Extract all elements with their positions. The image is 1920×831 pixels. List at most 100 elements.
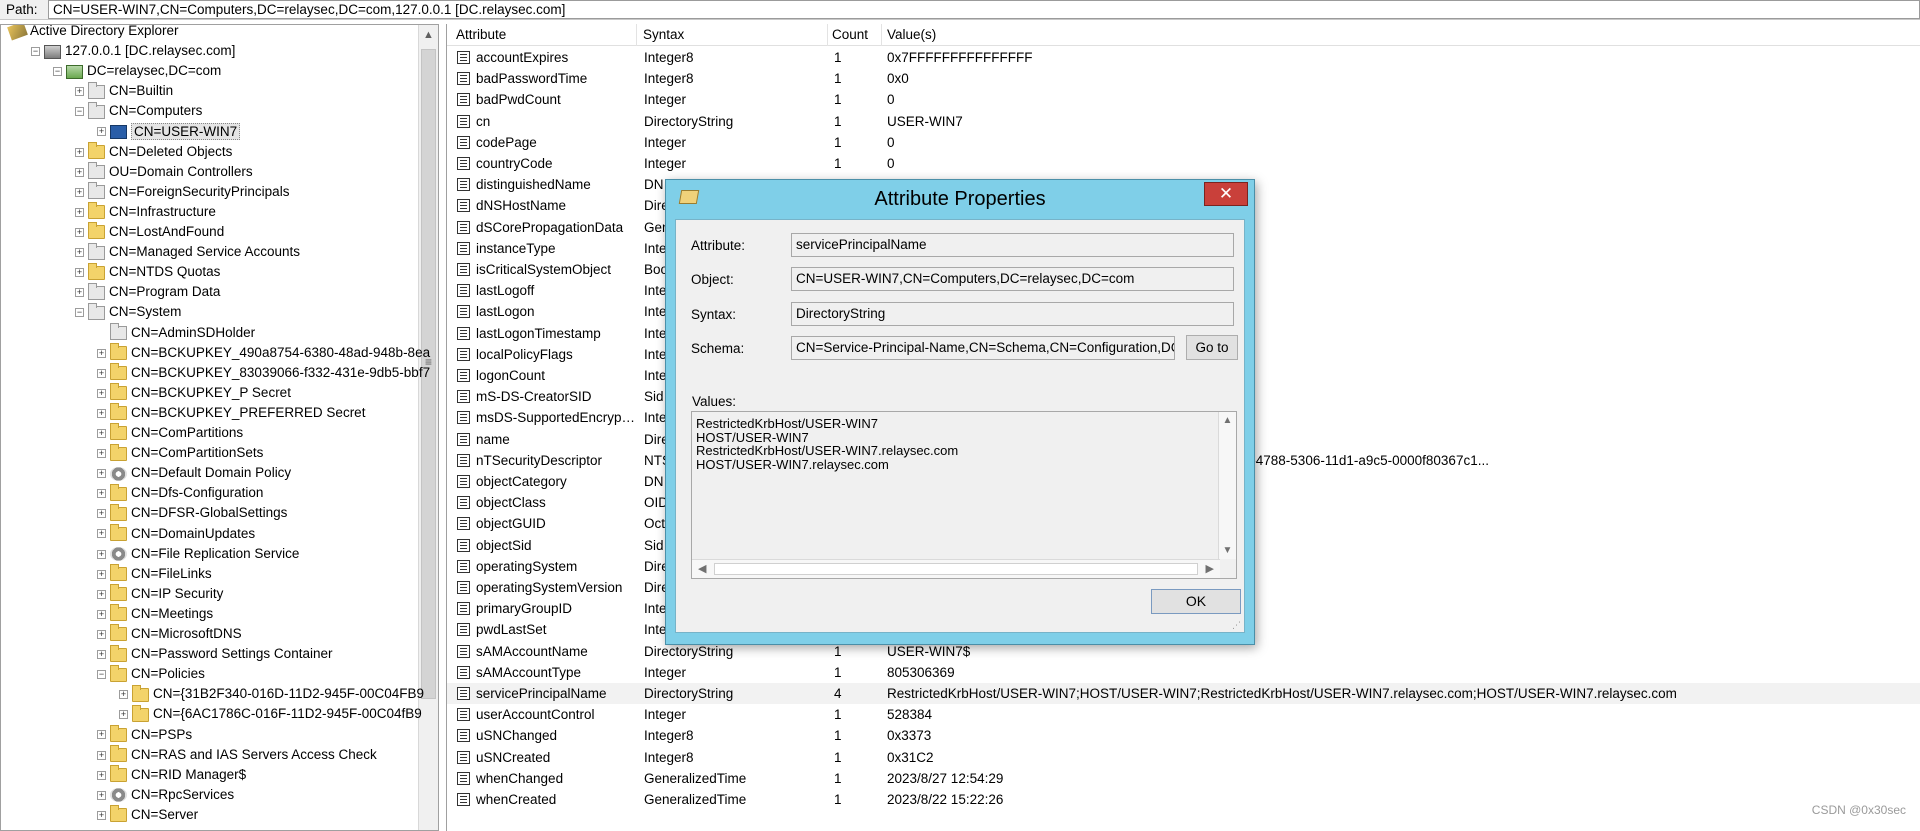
collapse-icon[interactable]: −: [97, 670, 106, 680]
tree-item[interactable]: + CN=USER-WIN7: [97, 122, 241, 142]
scroll-up-icon[interactable]: ▲: [419, 29, 438, 41]
tree-item[interactable]: + CN=RAS and IAS Servers Access Check: [97, 745, 377, 765]
header-attribute[interactable]: Attribute: [456, 27, 506, 42]
tree-item[interactable]: + CN=BCKUPKEY_83039066-f332-431e-9db5-bbf…: [97, 363, 430, 383]
goto-button[interactable]: Go to: [1186, 335, 1238, 360]
tree-item[interactable]: + CN=Program Data: [75, 282, 220, 302]
expand-icon[interactable]: +: [97, 428, 106, 438]
expand-icon[interactable]: +: [97, 449, 106, 459]
expand-icon[interactable]: +: [75, 147, 84, 157]
expand-icon[interactable]: +: [97, 650, 106, 660]
tree-item[interactable]: + CN=Meetings: [97, 604, 213, 624]
tree-item[interactable]: + CN=Managed Service Accounts: [75, 242, 300, 262]
expand-icon[interactable]: +: [97, 569, 106, 579]
expand-icon[interactable]: +: [97, 529, 106, 539]
attribute-row[interactable]: badPasswordTime Integer8 1 0x0: [447, 68, 1920, 89]
scroll-left-icon[interactable]: ◀: [698, 562, 706, 575]
expand-icon[interactable]: +: [75, 167, 84, 177]
expand-icon[interactable]: +: [97, 770, 106, 780]
close-button[interactable]: ✕: [1204, 182, 1248, 206]
attribute-row[interactable]: cn DirectoryString 1 USER-WIN7: [447, 111, 1920, 132]
expand-icon[interactable]: +: [97, 549, 106, 559]
tree-item[interactable]: − DC=relaysec,DC=com: [53, 61, 221, 81]
tree-item[interactable]: Active Directory Explorer: [7, 25, 179, 41]
expand-icon[interactable]: +: [75, 268, 84, 278]
tree-item[interactable]: + CN=ComPartitionSets: [97, 443, 263, 463]
expand-icon[interactable]: +: [97, 750, 106, 760]
schema-field[interactable]: CN=Service-Principal-Name,CN=Schema,CN=C…: [791, 336, 1175, 360]
tree-item[interactable]: + CN=FileLinks: [97, 564, 212, 584]
value-item[interactable]: HOST/USER-WIN7.relaysec.com: [696, 457, 889, 472]
expand-icon[interactable]: +: [97, 790, 106, 800]
tree-item[interactable]: CN=AdminSDHolder: [97, 322, 255, 343]
collapse-icon[interactable]: −: [53, 67, 62, 77]
tree-item[interactable]: + CN=Deleted Objects: [75, 142, 232, 162]
tree-item[interactable]: + CN=DFSR-GlobalSettings: [97, 503, 287, 523]
attribute-row[interactable]: servicePrincipalName DirectoryString 4 Rest…: [447, 683, 1920, 704]
expand-icon[interactable]: +: [97, 469, 106, 479]
tree-item[interactable]: + CN=PSPs: [97, 724, 192, 745]
attribute-row[interactable]: badPwdCount Integer 1 0: [447, 89, 1920, 110]
tree-item[interactable]: − CN=System: [75, 302, 181, 322]
tree-item[interactable]: − CN=Computers: [75, 101, 202, 121]
scroll-down-icon[interactable]: ▼: [1219, 545, 1236, 556]
ok-button[interactable]: OK: [1151, 589, 1241, 614]
collapse-icon[interactable]: −: [75, 107, 84, 117]
tree-item[interactable]: + CN=MicrosoftDNS: [97, 624, 242, 644]
expand-icon[interactable]: +: [97, 629, 106, 639]
expand-icon[interactable]: +: [97, 509, 106, 519]
dialog-titlebar[interactable]: Attribute Properties ✕: [666, 180, 1254, 218]
attribute-row[interactable]: whenChanged GeneralizedTime 1 2023/8/27 12:…: [447, 768, 1920, 789]
tree-item[interactable]: + CN=LostAndFound: [75, 222, 224, 242]
attribute-row[interactable]: userAccountControl Integer 1 528384: [447, 704, 1920, 725]
expand-icon[interactable]: +: [97, 730, 106, 740]
tree-item[interactable]: + CN=Builtin: [75, 81, 173, 101]
expand-icon[interactable]: +: [75, 207, 84, 217]
values-vscroll[interactable]: ▲ ▼: [1218, 412, 1236, 559]
tree-item[interactable]: + CN=Dfs-Configuration: [97, 483, 263, 503]
attribute-row[interactable]: accountExpires Integer8 1 0x7FFFFFFFFFFFFFF…: [447, 47, 1920, 68]
attribute-row[interactable]: uSNChanged Integer8 1 0x3373: [447, 725, 1920, 746]
resize-grip-icon[interactable]: ⋰: [1232, 620, 1242, 630]
expand-icon[interactable]: +: [75, 288, 84, 298]
values-list[interactable]: ▲ ▼ ◀ ▶ RestrictedKrbHost/USER-WIN7 HOST/…: [691, 411, 1237, 579]
values-hscroll[interactable]: ◀ ▶: [692, 559, 1220, 578]
tree-item[interactable]: + CN=NTDS Quotas: [75, 262, 220, 282]
tree-item[interactable]: + CN=BCKUPKEY_P Secret: [97, 383, 291, 403]
attribute-field[interactable]: servicePrincipalName: [791, 233, 1234, 257]
tree-item[interactable]: + CN=RID Manager$: [97, 765, 246, 785]
tree-item[interactable]: + CN=BCKUPKEY_490a8754-6380-48ad-948b-8ea: [97, 343, 430, 363]
expand-icon[interactable]: +: [75, 187, 84, 197]
expand-icon[interactable]: +: [75, 227, 84, 237]
tree-item[interactable]: − CN=Policies: [97, 664, 205, 684]
expand-icon[interactable]: +: [97, 810, 106, 820]
tree-item[interactable]: + CN=IP Security: [97, 584, 223, 604]
expand-icon[interactable]: +: [97, 408, 106, 418]
path-input[interactable]: CN=USER-WIN7,CN=Computers,DC=relaysec,DC…: [48, 0, 1920, 19]
collapse-icon[interactable]: −: [31, 47, 40, 57]
tree-item[interactable]: + OU=Domain Controllers: [75, 162, 253, 182]
attribute-row[interactable]: sAMAccountType Integer 1 805306369: [447, 662, 1920, 683]
tree-item[interactable]: + CN={6AC1786C-016F-11D2-945F-00C04fB9: [119, 704, 422, 724]
header-count[interactable]: Count: [832, 27, 868, 42]
expand-icon[interactable]: +: [119, 710, 128, 720]
header-values[interactable]: Value(s): [887, 27, 936, 42]
tree-item[interactable]: + CN={31B2F340-016D-11D2-945F-00C04FB9: [119, 684, 424, 704]
expand-icon[interactable]: +: [97, 489, 106, 499]
object-field[interactable]: CN=USER-WIN7,CN=Computers,DC=relaysec,DC…: [791, 267, 1234, 291]
attribute-row[interactable]: whenCreated GeneralizedTime 1 2023/8/22 15:…: [447, 789, 1920, 810]
scroll-up-icon[interactable]: ▲: [1219, 415, 1236, 426]
tree-item[interactable]: + CN=Password Settings Container: [97, 644, 332, 664]
expand-icon[interactable]: +: [97, 127, 106, 137]
attribute-row[interactable]: codePage Integer 1 0: [447, 132, 1920, 153]
expand-icon[interactable]: +: [97, 609, 106, 619]
tree-item[interactable]: − 127.0.0.1 [DC.relaysec.com]: [31, 41, 235, 61]
tree-item[interactable]: + CN=Server: [97, 805, 198, 825]
collapse-icon[interactable]: −: [75, 308, 84, 318]
attribute-row[interactable]: uSNCreated Integer8 1 0x31C2: [447, 747, 1920, 768]
tree-item[interactable]: + CN=RpcServices: [97, 785, 234, 805]
expand-icon[interactable]: +: [97, 348, 106, 358]
expand-icon[interactable]: +: [97, 368, 106, 378]
header-syntax[interactable]: Syntax: [643, 27, 684, 42]
expand-icon[interactable]: +: [75, 248, 84, 258]
